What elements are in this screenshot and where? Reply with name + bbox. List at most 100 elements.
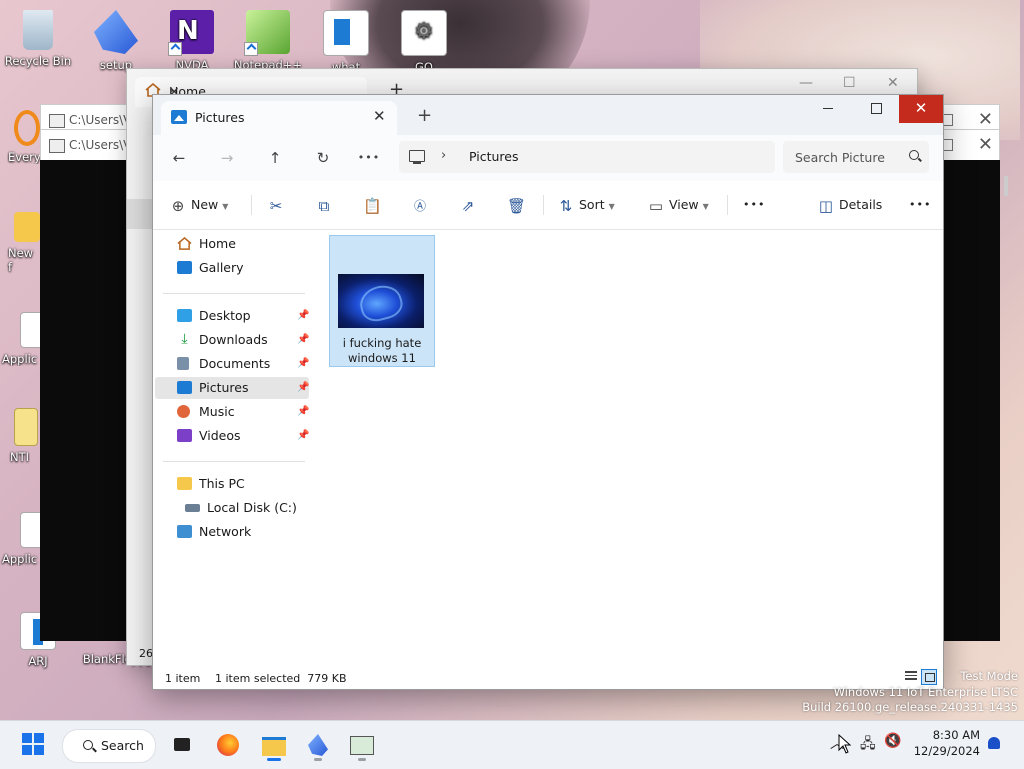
search-box[interactable] bbox=[783, 141, 929, 173]
sidebar-item-this-pc[interactable]: This PC bbox=[155, 473, 309, 495]
copy-icon: ⧉ bbox=[318, 196, 330, 215]
documents-icon bbox=[177, 357, 189, 370]
explorer-window-pictures[interactable]: Pictures ✕ + ✕ ← → ↑ ↻ ••• › Pictures ⊕ … bbox=[152, 94, 944, 690]
pin-icon[interactable]: 📌 bbox=[297, 353, 309, 375]
details-button[interactable]: ◫ Details bbox=[817, 193, 882, 217]
start-button[interactable] bbox=[18, 729, 50, 761]
sidebar-item-home[interactable]: Home bbox=[155, 233, 309, 255]
details-view-button[interactable] bbox=[905, 671, 917, 681]
search-input[interactable] bbox=[793, 148, 902, 166]
taskbar-terminal[interactable] bbox=[166, 729, 198, 761]
sidebar-item-music[interactable]: Music 📌 bbox=[155, 401, 309, 423]
share-button[interactable]: ⇗ bbox=[459, 193, 477, 217]
desktop-icon-label: New f bbox=[8, 246, 34, 274]
see-more-button[interactable]: ••• bbox=[743, 193, 765, 217]
close-tab-icon[interactable]: ✕ bbox=[373, 107, 386, 125]
pin-icon[interactable]: 📌 bbox=[297, 377, 309, 399]
clock[interactable]: 8:30 AM 12/29/2024 bbox=[908, 727, 980, 759]
title-bar[interactable]: Pictures ✕ + ✕ bbox=[153, 95, 943, 135]
refresh-button[interactable]: ↻ bbox=[311, 147, 335, 169]
pin-icon[interactable]: 📌 bbox=[297, 329, 309, 351]
chevron-down-icon: ▼ bbox=[222, 202, 229, 211]
everything-search-icon bbox=[14, 110, 40, 146]
sidebar-item-pictures[interactable]: Pictures 📌 bbox=[155, 377, 309, 399]
paste-button[interactable]: 📋 bbox=[363, 193, 382, 217]
watermark-build: Build 26100.ge_release.240331-1435 bbox=[802, 700, 1018, 714]
more-nav-button[interactable]: ••• bbox=[357, 147, 381, 169]
close-icon[interactable]: ✕ bbox=[978, 134, 993, 155]
close-icon[interactable]: ✕ bbox=[978, 109, 993, 130]
desktop-icon-nti[interactable]: NTI bbox=[0, 408, 40, 464]
file-item[interactable]: i fucking hate windows 11 bbox=[329, 235, 435, 367]
sidebar-item-local-disk[interactable]: Local Disk (C:) bbox=[155, 497, 309, 519]
sidebar-item-gallery[interactable]: Gallery bbox=[155, 257, 309, 279]
sidebar-item-videos[interactable]: Videos 📌 bbox=[155, 425, 309, 447]
taskbar-setup[interactable] bbox=[302, 729, 334, 761]
taskbar-file-explorer[interactable] bbox=[258, 729, 290, 761]
desktop-icon-notepadpp[interactable]: Notepad++ bbox=[230, 10, 306, 72]
maximize-icon[interactable]: ☐ bbox=[843, 75, 856, 91]
back-button[interactable]: ← bbox=[167, 147, 191, 169]
desktop-icon-what[interactable]: what bbox=[308, 10, 384, 74]
maximize-button[interactable] bbox=[853, 95, 899, 123]
zip-folder-icon bbox=[14, 408, 38, 446]
sidebar-item-label: Local Disk (C:) bbox=[207, 500, 297, 515]
sidebar-item-downloads[interactable]: ⤓ Downloads 📌 bbox=[155, 329, 309, 351]
sort-button[interactable]: ⇅ Sort ▼ bbox=[557, 193, 615, 217]
cmd-window-icon bbox=[350, 736, 374, 755]
desktop-icon-go[interactable]: ⚙ GO bbox=[386, 10, 462, 74]
chevron-down-icon: ▼ bbox=[608, 202, 615, 211]
cmd-scrollbar[interactable] bbox=[1004, 176, 1008, 196]
breadcrumb-pictures[interactable]: Pictures bbox=[469, 149, 519, 164]
close-icon[interactable]: ✕ bbox=[887, 75, 899, 91]
new-button[interactable]: ⊕ New ▼ bbox=[169, 193, 229, 217]
pin-icon[interactable]: 📌 bbox=[297, 305, 309, 327]
network-status-icon[interactable]: 🖧 bbox=[860, 733, 876, 757]
desktop-icon-new-folder[interactable]: New f bbox=[0, 212, 40, 274]
music-icon bbox=[177, 405, 190, 418]
sidebar-item-network[interactable]: Network bbox=[155, 521, 309, 543]
desktop-icon bbox=[177, 309, 192, 322]
forward-button[interactable]: → bbox=[215, 147, 239, 169]
notification-bell-icon[interactable] bbox=[988, 737, 1000, 749]
desktop-icon-recycle-bin[interactable]: Recycle Bin bbox=[0, 10, 76, 68]
desktop-icon-label: Applic bbox=[2, 352, 38, 366]
rename-button[interactable]: Ⓐ bbox=[411, 193, 429, 217]
minimize-button[interactable] bbox=[805, 95, 851, 123]
application-icon bbox=[20, 312, 40, 348]
desktop-icon-nvda[interactable]: N NVDA bbox=[154, 10, 230, 72]
address-bar[interactable]: › Pictures bbox=[399, 141, 775, 173]
cmd-window-title: C:\Users\V bbox=[69, 138, 132, 152]
pin-icon[interactable]: 📌 bbox=[297, 401, 309, 423]
chevron-right-icon[interactable]: › bbox=[441, 148, 446, 163]
sidebar-item-documents[interactable]: Documents 📌 bbox=[155, 353, 309, 375]
taskbar-search[interactable]: Search bbox=[62, 729, 156, 763]
settings-gear-icon: ⚙ bbox=[401, 10, 447, 56]
volume-muted-icon[interactable]: 🔇 bbox=[884, 733, 901, 749]
new-tab-button[interactable]: + bbox=[417, 105, 432, 126]
minimize-icon[interactable]: — bbox=[799, 75, 813, 91]
divider bbox=[163, 293, 305, 294]
delete-button[interactable]: 🗑 bbox=[507, 193, 526, 217]
file-list[interactable]: i fucking hate windows 11 bbox=[315, 229, 943, 659]
desktop-icon-application-1[interactable]: Applic bbox=[0, 312, 40, 366]
active-indicator bbox=[267, 758, 281, 761]
taskbar-cmd[interactable] bbox=[346, 729, 378, 761]
desktop-icon-application-2[interactable]: Applic bbox=[0, 512, 40, 566]
tab-pictures[interactable]: Pictures ✕ bbox=[161, 101, 397, 135]
cut-button[interactable]: ✂ bbox=[267, 193, 285, 217]
close-button[interactable]: ✕ bbox=[899, 95, 943, 123]
sidebar-item-desktop[interactable]: Desktop 📌 bbox=[155, 305, 309, 327]
pin-icon[interactable]: 📌 bbox=[297, 425, 309, 447]
plus-circle-icon: ⊕ bbox=[171, 196, 185, 215]
overflow-menu-button[interactable]: ••• bbox=[909, 193, 931, 217]
copy-button[interactable]: ⧉ bbox=[315, 193, 333, 217]
cmd-window-title: C:\Users\V bbox=[69, 113, 132, 127]
search-icon[interactable] bbox=[909, 150, 919, 160]
view-button[interactable]: ▭ View ▼ bbox=[647, 193, 709, 217]
desktop-icon-everything[interactable]: Every bbox=[0, 110, 40, 164]
large-icons-view-button[interactable] bbox=[921, 669, 937, 685]
taskbar-firefox[interactable] bbox=[212, 729, 244, 761]
desktop-icon-setup[interactable]: setup bbox=[78, 10, 154, 72]
up-button[interactable]: ↑ bbox=[263, 147, 287, 169]
